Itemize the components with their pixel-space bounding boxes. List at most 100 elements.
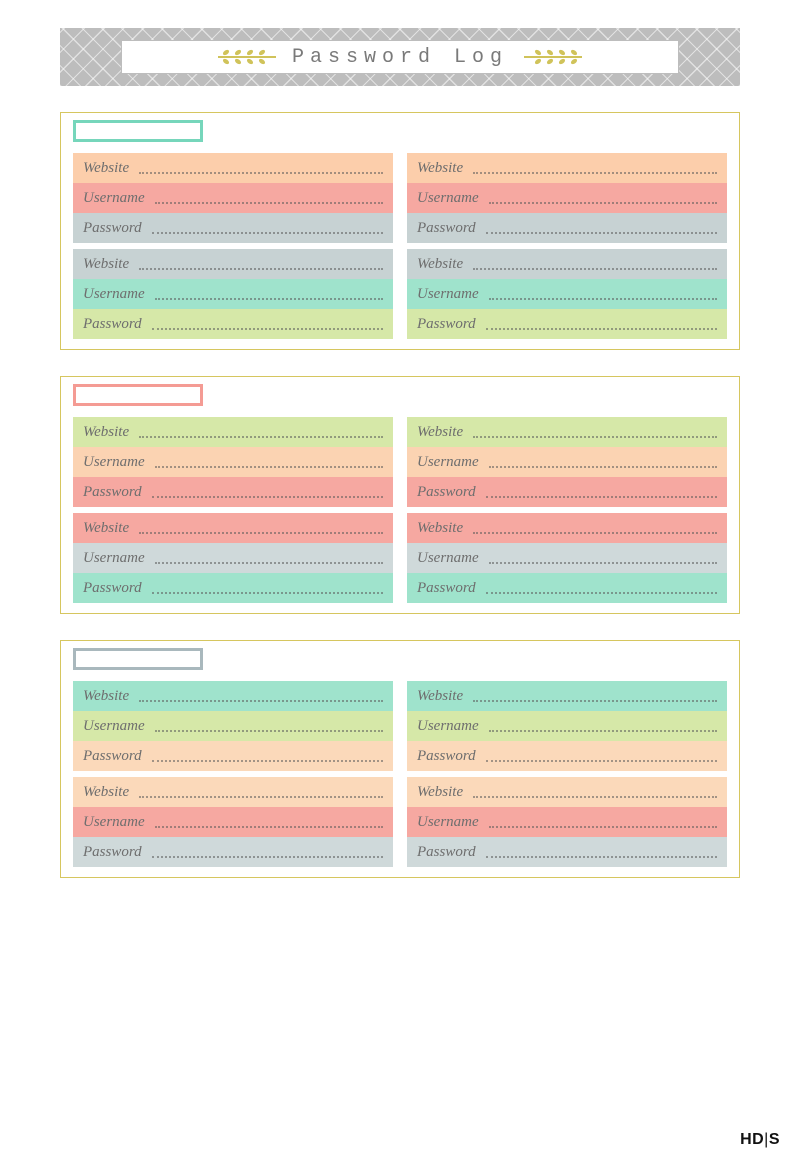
username-label: Username — [417, 550, 479, 567]
website-label: Website — [83, 784, 129, 801]
write-line[interactable] — [139, 172, 383, 174]
password-row[interactable]: Password — [407, 573, 727, 603]
write-line[interactable] — [486, 760, 717, 762]
password-row[interactable]: Password — [407, 837, 727, 867]
write-line[interactable] — [489, 466, 717, 468]
write-line[interactable] — [155, 562, 383, 564]
password-card: WebsiteUsernamePassword — [407, 777, 727, 867]
password-label: Password — [83, 484, 142, 501]
username-row[interactable]: Username — [407, 447, 727, 477]
password-card: Website Username Password — [73, 681, 393, 771]
password-row[interactable]: Password — [407, 477, 727, 507]
website-row[interactable]: Website — [73, 153, 393, 183]
write-line[interactable] — [473, 172, 717, 174]
write-line[interactable] — [489, 562, 717, 564]
password-label: Password — [417, 748, 476, 765]
write-line[interactable] — [473, 796, 717, 798]
website-row[interactable]: Website — [73, 681, 393, 711]
username-row[interactable]: Username — [407, 183, 727, 213]
write-line[interactable] — [152, 760, 383, 762]
write-line[interactable] — [486, 328, 717, 330]
write-line[interactable] — [489, 730, 717, 732]
write-line[interactable] — [155, 202, 383, 204]
write-line[interactable] — [152, 592, 383, 594]
write-line[interactable] — [473, 436, 717, 438]
username-label: Username — [83, 718, 145, 735]
website-row[interactable]: Website — [407, 417, 727, 447]
password-row[interactable]: Password — [73, 213, 393, 243]
write-line[interactable] — [486, 592, 717, 594]
password-card: Website Username Password — [407, 513, 727, 603]
section-tab[interactable] — [73, 384, 203, 406]
username-label: Username — [417, 454, 479, 471]
website-row[interactable]: Website — [407, 249, 727, 279]
write-line[interactable] — [139, 796, 383, 798]
watermark-right: S — [769, 1131, 780, 1148]
username-row[interactable]: Username — [407, 807, 727, 837]
write-line[interactable] — [155, 730, 383, 732]
password-section: WebsiteUsernamePasswordWebsiteUsernamePa… — [60, 640, 740, 878]
website-row[interactable]: Website — [407, 681, 727, 711]
website-label: Website — [417, 424, 463, 441]
username-label: Username — [83, 814, 145, 831]
password-row[interactable]: Password — [407, 213, 727, 243]
write-line[interactable] — [155, 466, 383, 468]
write-line[interactable] — [473, 532, 717, 534]
write-line[interactable] — [139, 268, 383, 270]
write-line[interactable] — [489, 202, 717, 204]
write-line[interactable] — [489, 298, 717, 300]
write-line[interactable] — [489, 826, 717, 828]
password-row[interactable]: Password — [73, 573, 393, 603]
website-row[interactable]: Website — [73, 249, 393, 279]
password-label: Password — [83, 844, 142, 861]
username-row[interactable]: Username — [73, 447, 393, 477]
entries-grid: WebsiteUsernamePasswordWebsiteUsernamePa… — [61, 681, 739, 873]
password-card: WebsiteUsernamePassword — [73, 249, 393, 339]
password-card: WebsiteUsernamePassword — [407, 153, 727, 243]
username-row[interactable]: Username — [407, 543, 727, 573]
username-row[interactable]: Username — [73, 807, 393, 837]
website-label: Website — [417, 520, 463, 537]
website-row[interactable]: Website — [407, 777, 727, 807]
write-line[interactable] — [473, 700, 717, 702]
write-line[interactable] — [486, 856, 717, 858]
write-line[interactable] — [155, 826, 383, 828]
password-row[interactable]: Password — [73, 837, 393, 867]
write-line[interactable] — [486, 496, 717, 498]
write-line[interactable] — [139, 436, 383, 438]
username-row[interactable]: Username — [73, 279, 393, 309]
section-tab[interactable] — [73, 648, 203, 670]
write-line[interactable] — [486, 232, 717, 234]
password-card: WebsiteUsernamePassword — [73, 513, 393, 603]
watermark-left: HD — [740, 1131, 764, 1148]
website-row[interactable]: Website — [407, 153, 727, 183]
password-row[interactable]: Password — [73, 309, 393, 339]
username-row[interactable]: Username — [407, 711, 727, 741]
write-line[interactable] — [152, 856, 383, 858]
section-tab[interactable] — [73, 120, 203, 142]
write-line[interactable] — [152, 328, 383, 330]
write-line[interactable] — [155, 298, 383, 300]
password-row[interactable]: Password — [73, 477, 393, 507]
write-line[interactable] — [152, 232, 383, 234]
website-row[interactable]: Website — [73, 777, 393, 807]
website-label: Website — [83, 424, 129, 441]
password-row[interactable]: Password — [407, 741, 727, 771]
header-banner: Password Log — [60, 28, 740, 86]
username-row[interactable]: Username — [73, 183, 393, 213]
write-line[interactable] — [152, 496, 383, 498]
website-row[interactable]: Website — [73, 513, 393, 543]
write-line[interactable] — [473, 268, 717, 270]
website-row[interactable]: Website — [407, 513, 727, 543]
write-line[interactable] — [139, 532, 383, 534]
password-row[interactable]: Password — [407, 309, 727, 339]
password-label: Password — [83, 748, 142, 765]
username-row[interactable]: Username — [407, 279, 727, 309]
username-row[interactable]: Username — [73, 711, 393, 741]
write-line[interactable] — [139, 700, 383, 702]
password-label: Password — [417, 484, 476, 501]
laurel-left-icon — [216, 48, 278, 66]
password-row[interactable]: Password — [73, 741, 393, 771]
username-row[interactable]: Username — [73, 543, 393, 573]
website-row[interactable]: Website — [73, 417, 393, 447]
